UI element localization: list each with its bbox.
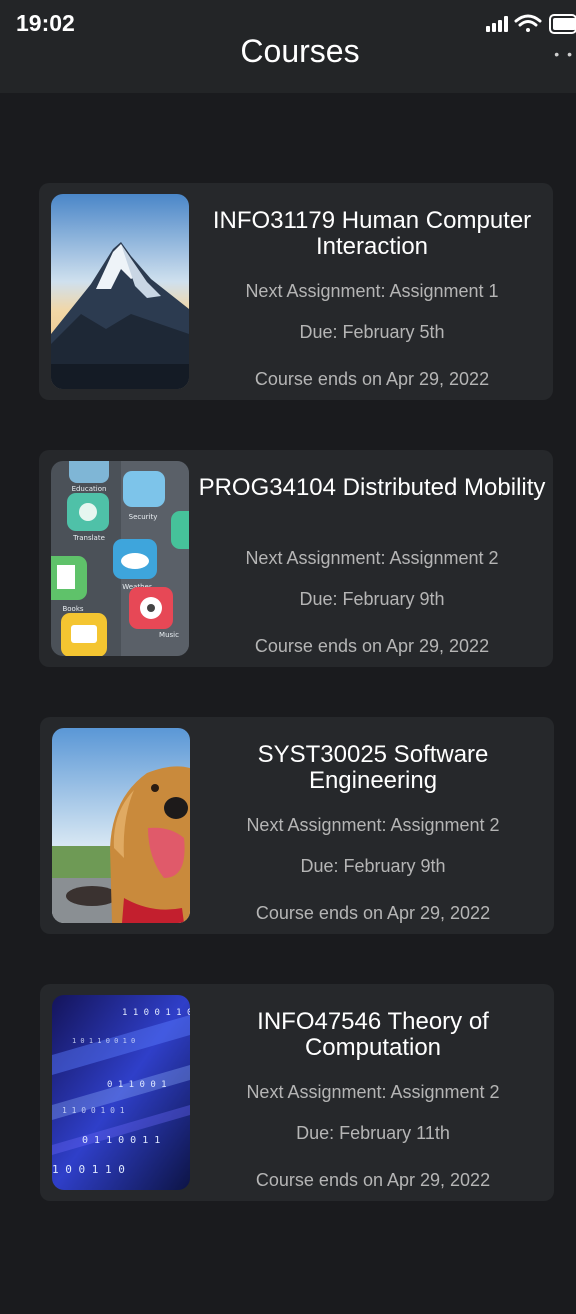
binary-code-image: 1 1 0 0 1 1 0 0 1 0 1 1 0 0 1 0 0 1 1 0 … xyxy=(52,995,190,1190)
course-end-date: Course ends on Apr 29, 2022 xyxy=(254,636,490,656)
course-end-date: Course ends on Apr 29, 2022 xyxy=(254,369,490,389)
app-label-music: Music xyxy=(159,631,179,639)
due-date: Due: February 11th xyxy=(296,1123,450,1143)
binary-text: 1 0 1 1 0 0 1 0 xyxy=(72,1037,135,1045)
next-assignment: Next Assignment: Assignment 1 xyxy=(245,281,499,301)
course-title: SYST30025 Software Engineering xyxy=(257,741,489,794)
top-bar: 19:02 Courses • • xyxy=(0,0,576,93)
golden-retriever-image xyxy=(52,728,190,923)
binary-text: 0 1 1 0 0 1 xyxy=(107,1080,167,1090)
page-title: Courses xyxy=(240,33,360,69)
course-title: INFO47546 Theory of Computation xyxy=(257,1008,489,1061)
app-label-security: Security xyxy=(129,513,158,521)
signal-bars-icon xyxy=(486,16,508,32)
binary-text: 0 1 1 0 0 1 1 xyxy=(82,1135,160,1146)
due-date: Due: February 9th xyxy=(299,589,445,609)
course-card[interactable]: Education Translate Security Weather Boo… xyxy=(39,450,553,667)
course-card[interactable]: SYST30025 Software Engineering Next Assi… xyxy=(40,717,554,934)
course-end-date: Course ends on Apr 29, 2022 xyxy=(255,1170,491,1190)
phone-app-icons-image: Education Translate Security Weather Boo… xyxy=(51,461,189,656)
battery-icon xyxy=(549,14,576,34)
course-info: PROG34104 Distributed Mobility Next Assi… xyxy=(191,450,553,667)
app-icon-education: Education xyxy=(69,461,109,493)
binary-text: 1 1 0 0 1 0 1 xyxy=(62,1106,125,1115)
course-info: INFO47546 Theory of Computation Next Ass… xyxy=(192,984,554,1201)
app-label-translate: Translate xyxy=(72,534,105,542)
binary-text: 1 1 0 0 1 1 0 0 xyxy=(122,1008,190,1018)
next-assignment: Next Assignment: Assignment 2 xyxy=(245,548,499,568)
course-end-date: Course ends on Apr 29, 2022 xyxy=(255,903,491,923)
course-title: PROG34104 Distributed Mobility xyxy=(198,474,546,501)
ellipsis-icon[interactable]: • • xyxy=(554,46,574,62)
next-assignment: Next Assignment: Assignment 2 xyxy=(246,815,500,835)
next-assignment: Next Assignment: Assignment 2 xyxy=(246,1082,500,1102)
mountain-peak-image xyxy=(51,194,189,389)
due-date: Due: February 5th xyxy=(299,322,445,342)
course-card[interactable]: 1 1 0 0 1 1 0 0 1 0 1 1 0 0 1 0 0 1 1 0 … xyxy=(40,984,554,1201)
course-card[interactable]: INFO31179 Human Computer Interaction Nex… xyxy=(39,183,553,400)
due-date: Due: February 9th xyxy=(300,856,446,876)
wifi-icon xyxy=(514,14,542,32)
course-info: INFO31179 Human Computer Interaction Nex… xyxy=(191,183,553,400)
app-label-education: Education xyxy=(72,485,107,493)
app-label-books: Books xyxy=(62,605,83,613)
course-title: INFO31179 Human Computer Interaction xyxy=(212,207,532,260)
binary-text: 1 0 0 1 1 0 xyxy=(52,1163,125,1176)
course-info: SYST30025 Software Engineering Next Assi… xyxy=(192,717,554,934)
